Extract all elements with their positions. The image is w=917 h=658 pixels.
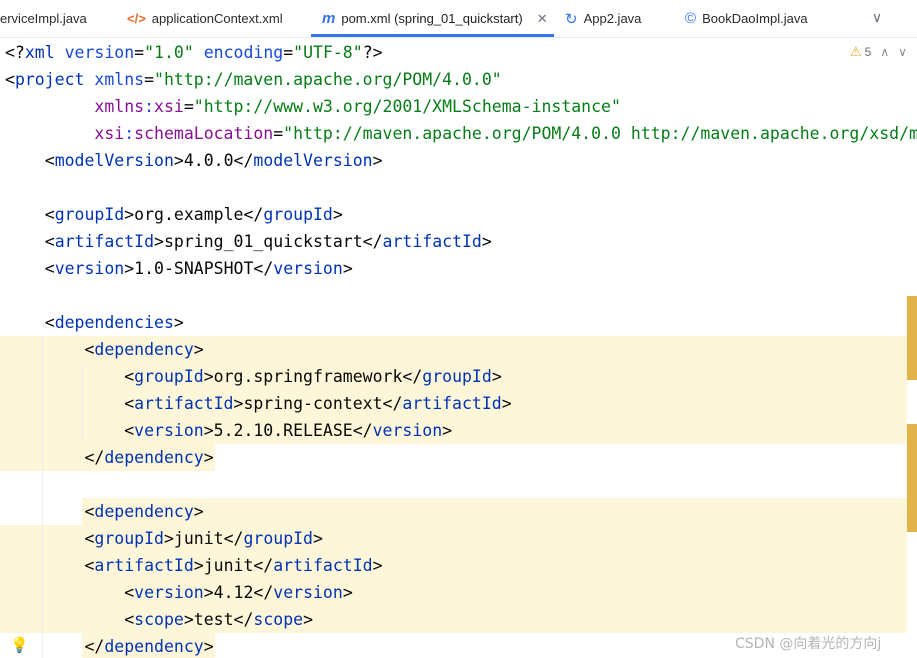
tab-label: pom.xml (spring_01_quickstart)	[341, 11, 523, 26]
chevron-down-icon[interactable]: ∨	[868, 8, 886, 28]
tab-label: App2.java	[583, 11, 642, 26]
code-line[interactable]: <artifactId>spring-context</artifactId>	[5, 390, 511, 417]
code-editor[interactable]: <?xml version="1.0" encoding="UTF-8"?> <p…	[0, 38, 917, 658]
code-line[interactable]: <version>5.2.10.RELEASE</version>	[5, 417, 452, 444]
code-line[interactable]: </dependency>	[5, 633, 213, 658]
code-line[interactable]: <?xml version="1.0" encoding="UTF-8"?>	[5, 39, 383, 66]
watermark: CSDN @向着光的方向j	[735, 636, 882, 652]
maven-m-icon: m	[322, 10, 336, 27]
tab-label: erviceImpl.java	[0, 11, 87, 26]
scrollbar-change-marker[interactable]	[907, 424, 917, 532]
chevron-down-icon[interactable]: ∨	[898, 45, 907, 59]
code-line[interactable]: </dependency>	[5, 444, 213, 471]
code-line[interactable]: xmlns:xsi="http://www.w3.org/2001/XMLSch…	[5, 93, 621, 120]
editor-tab-bar: erviceImpl.java </> applicationContext.x…	[0, 0, 917, 38]
code-line[interactable]: <groupId>junit</groupId>	[5, 525, 322, 552]
warning-icon: ⚠	[850, 44, 862, 59]
lightbulb-icon[interactable]: 💡	[10, 636, 29, 654]
code-line[interactable]: <version>1.0-SNAPSHOT</version>	[5, 255, 353, 282]
code-line[interactable]: <scope>test</scope>	[5, 606, 313, 633]
code-line[interactable]: <artifactId>junit</artifactId>	[5, 552, 382, 579]
code-line[interactable]: <groupId>org.springframework</groupId>	[5, 363, 502, 390]
code-line[interactable]: xsi:schemaLocation="http://maven.apache.…	[5, 120, 917, 147]
java-class-icon: ©	[685, 10, 697, 27]
tab-applicationcontext[interactable]: </> applicationContext.xml	[127, 0, 283, 37]
dependency-highlight	[82, 498, 907, 525]
tab-bookdaoimpl[interactable]: © BookDaoImpl.java	[685, 0, 808, 37]
tab-pom-xml[interactable]: m pom.xml (spring_01_quickstart) ✕	[322, 0, 548, 37]
code-line[interactable]: <dependency>	[5, 336, 203, 363]
scrollbar-change-marker[interactable]	[907, 296, 917, 380]
code-line[interactable]: <dependency>	[5, 498, 203, 525]
code-line[interactable]: <project xmlns="http://maven.apache.org/…	[5, 66, 502, 93]
tab-label: BookDaoImpl.java	[702, 11, 808, 26]
warning-count: 5	[864, 45, 872, 59]
tab-label: applicationContext.xml	[151, 11, 283, 26]
code-line[interactable]: <groupId>org.example</groupId>	[5, 201, 343, 228]
code-line[interactable]: <modelVersion>4.0.0</modelVersion>	[5, 147, 383, 174]
java-app-icon: ↻	[565, 10, 578, 28]
code-line[interactable]: <version>4.12</version>	[5, 579, 353, 606]
close-icon[interactable]: ✕	[537, 11, 548, 27]
code-line[interactable]: <artifactId>spring_01_quickstart</artifa…	[5, 228, 492, 255]
active-tab-indicator	[311, 34, 554, 37]
inspection-widget[interactable]: ⚠ 5 ∧ ∨	[850, 44, 907, 60]
chevron-up-icon[interactable]: ∧	[880, 45, 889, 59]
code-line[interactable]: <dependencies>	[5, 309, 184, 336]
xml-file-icon: </>	[127, 11, 146, 26]
tab-serviceimpl[interactable]: erviceImpl.java	[0, 0, 87, 37]
tab-app2[interactable]: ↻ App2.java	[565, 0, 641, 37]
